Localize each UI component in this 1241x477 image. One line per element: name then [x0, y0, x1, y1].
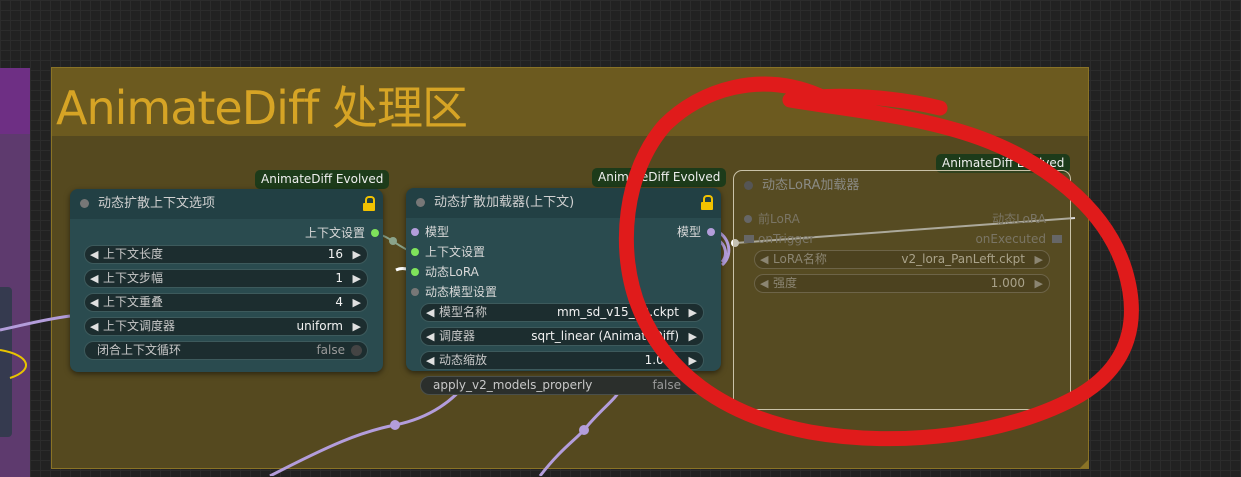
- red-annotation-circle: [618, 76, 1139, 447]
- annotation-layer: [618, 76, 1139, 447]
